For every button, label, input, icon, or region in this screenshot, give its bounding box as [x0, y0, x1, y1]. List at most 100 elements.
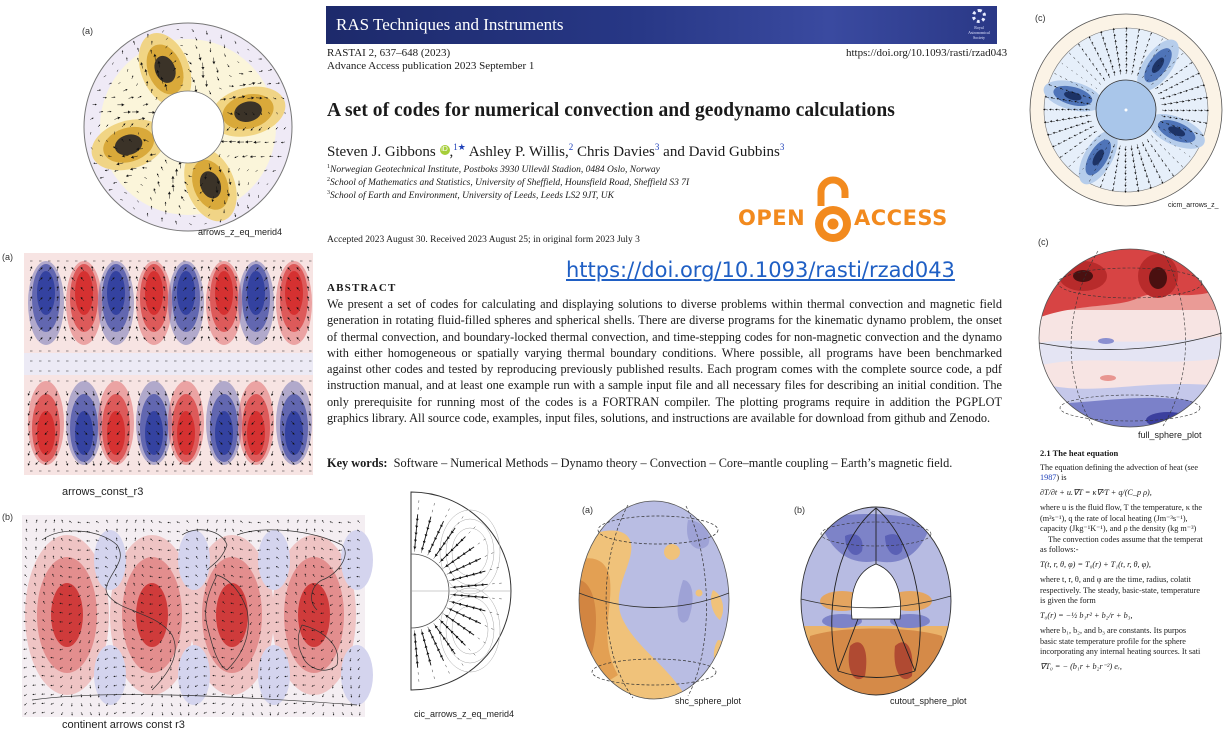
- body-text: incorporating any internal heating sourc…: [1040, 647, 1201, 656]
- section-heading: 2.1 The heat equation: [1040, 448, 1119, 458]
- author-list: Steven J. Gibbons iD ,1★ Ashley P. Willis…: [327, 142, 785, 160]
- advance-access-note: Advance Access publication 2023 Septembe…: [327, 60, 535, 72]
- author-name[interactable]: Ashley P. Willis,: [469, 144, 569, 160]
- figure-continent-arrows-const-r3: [22, 515, 373, 717]
- open-padlock-icon: [815, 176, 851, 242]
- inner-core-hole: [151, 90, 225, 164]
- roll-core: [37, 411, 55, 455]
- cool-anomaly: [341, 530, 373, 590]
- roll-core: [247, 271, 265, 315]
- figure-arrows-const-r3: [24, 253, 313, 475]
- warm-spot: [1100, 375, 1116, 381]
- equation: ∇T₀ = − (b₁r + b₂r⁻²) eᵣ,: [1040, 661, 1122, 671]
- warm-anomaly-core: [136, 583, 168, 647]
- warm-anomaly-core: [51, 583, 83, 647]
- figure-cic-arrows-z-eq-merid4: [410, 491, 512, 691]
- author-name[interactable]: David Gubbins: [689, 144, 780, 160]
- affiliation: 1Norwegian Geotechnical Institute, Postb…: [327, 164, 660, 176]
- body-text: where u is the fluid flow, T the tempera…: [1040, 503, 1202, 512]
- publication-dates: Accepted 2023 August 30. Received 2023 A…: [327, 235, 640, 245]
- affiliation: 3School of Earth and Environment, Univer…: [327, 190, 614, 202]
- cool-spot: [1098, 338, 1114, 344]
- paper-title: A set of codes for numerical convection …: [327, 100, 895, 121]
- body-text: capacity (Jkg⁻¹K⁻¹), and ρ the density (…: [1040, 524, 1197, 533]
- cool-anomaly: [258, 645, 290, 705]
- doi-link[interactable]: https://doi.org/10.1093/rasti/rzad043: [566, 258, 955, 282]
- figure-panel-label: (a): [2, 252, 13, 262]
- body-text: where b₁, b₂, and b₃ are constants. Its …: [1040, 626, 1187, 635]
- doi-header-link[interactable]: https://doi.org/10.1093/rasti/rzad043: [846, 47, 1007, 59]
- journal-title: RAS Techniques and Instruments: [336, 15, 564, 34]
- keywords-label: Key words:: [327, 456, 388, 470]
- author-joiner: and: [663, 144, 685, 160]
- roll-core: [177, 411, 195, 455]
- body-text: is given the form: [1040, 596, 1096, 605]
- journal-banner: RAS Techniques and Instruments Royal Astr…: [326, 6, 997, 44]
- open-access-left-word: OPEN: [738, 206, 806, 230]
- temperature-anomalies: [25, 530, 373, 705]
- figure-caption: arrows_z_eq_merid4: [198, 227, 283, 237]
- affiliation: 2School of Mathematics and Statistics, U…: [327, 177, 690, 189]
- royal-astronomical-society-logo-icon: Royal Astronomical Society: [967, 9, 991, 41]
- author-name[interactable]: Steven J. Gibbons: [327, 144, 436, 160]
- figure-cutout-sphere-plot: [800, 506, 952, 696]
- figure-caption: full_sphere_plot: [1138, 430, 1202, 440]
- figure-cicm-arrows: [1029, 13, 1223, 207]
- keywords: Key words: Software – Numerical Methods …: [327, 456, 952, 471]
- author-name[interactable]: Chris Davies: [577, 144, 655, 160]
- author-affil-marker: 2: [568, 142, 574, 152]
- figure-caption: continent arrows const r3: [62, 719, 185, 731]
- body-text: The equation defining the advection of h…: [1040, 462, 1199, 472]
- cool-anomaly: [178, 530, 210, 590]
- reference-link[interactable]: 1987: [1040, 473, 1056, 482]
- figure-full-sphere-plot: [1038, 248, 1223, 428]
- body-text: as follows:-: [1040, 545, 1079, 554]
- equation: T(t, r, θ, φ) = T₀(r) + T₁(t, r, θ, φ),: [1040, 559, 1151, 569]
- open-access-logo: OPEN ACCESS: [738, 176, 950, 248]
- body-text: respectively. The steady, basic-state, t…: [1040, 585, 1200, 595]
- open-access-right-word: ACCESS: [854, 206, 948, 230]
- figure-caption: cicm_arrows_z_: [1168, 202, 1219, 209]
- body-text: The convection codes assume that the tem…: [1040, 534, 1203, 544]
- citation: RASTAI 2, 637–648 (2023): [327, 47, 451, 59]
- figure-caption: arrows_const_r3: [62, 486, 144, 498]
- figure-panel-label: (b): [2, 512, 13, 522]
- keywords-list: Software – Numerical Methods – Dynamo th…: [393, 456, 953, 470]
- warm-spot: [695, 589, 703, 597]
- figure-shc-sphere-plot: [578, 500, 730, 700]
- warm-spot: [664, 544, 680, 560]
- author-affil-marker: 3: [779, 142, 785, 152]
- figure-arrows-z-eq-merid4: [83, 22, 293, 232]
- roll-core: [215, 271, 233, 315]
- abstract-body: We present a set of codes for calculatin…: [327, 297, 1002, 426]
- body-text: where t, r, θ, and φ are the time, radiu…: [1040, 575, 1191, 584]
- warm-peak: [1149, 267, 1167, 289]
- cool-anomaly: [258, 530, 290, 590]
- figure-caption: shc_sphere_plot: [675, 696, 742, 706]
- orcid-icon[interactable]: iD: [439, 145, 450, 155]
- cool-anomaly: [94, 530, 126, 590]
- roll-core: [107, 411, 125, 455]
- figure-caption: cutout_sphere_plot: [890, 696, 967, 706]
- author-affil-marker: 1★: [453, 142, 466, 152]
- body-text: 1987) is: [1040, 473, 1067, 482]
- body-text: (m²s⁻¹), q the rate of local heating (Jm…: [1040, 513, 1188, 523]
- figure-panel-label: (c): [1038, 237, 1049, 247]
- equation: ∂T/∂t + u.∇T = κ∇²T + q/(C_p ρ),: [1040, 487, 1152, 497]
- roll-core: [75, 271, 93, 315]
- roll-core: [37, 271, 55, 315]
- roll-core: [145, 411, 163, 455]
- body-text: basic state temperature profile for the …: [1040, 636, 1186, 646]
- cool-anomaly: [341, 645, 373, 705]
- equation: T₀(r) = −½ b₁r² + b₂/r + b₃,: [1040, 610, 1133, 620]
- cool-peak: [1146, 412, 1190, 427]
- warm-anomaly-core: [298, 583, 330, 647]
- warm-anomaly-core: [216, 583, 248, 647]
- equator-band: [24, 353, 313, 375]
- warm-core: [801, 628, 950, 695]
- heat-equation-section: 2.1 The heat equation The equation defin…: [1040, 448, 1230, 677]
- author-affil-marker: 3: [654, 142, 660, 152]
- center-point: [1124, 108, 1128, 112]
- abstract-heading: ABSTRACT: [327, 282, 397, 294]
- roll-core: [215, 411, 233, 455]
